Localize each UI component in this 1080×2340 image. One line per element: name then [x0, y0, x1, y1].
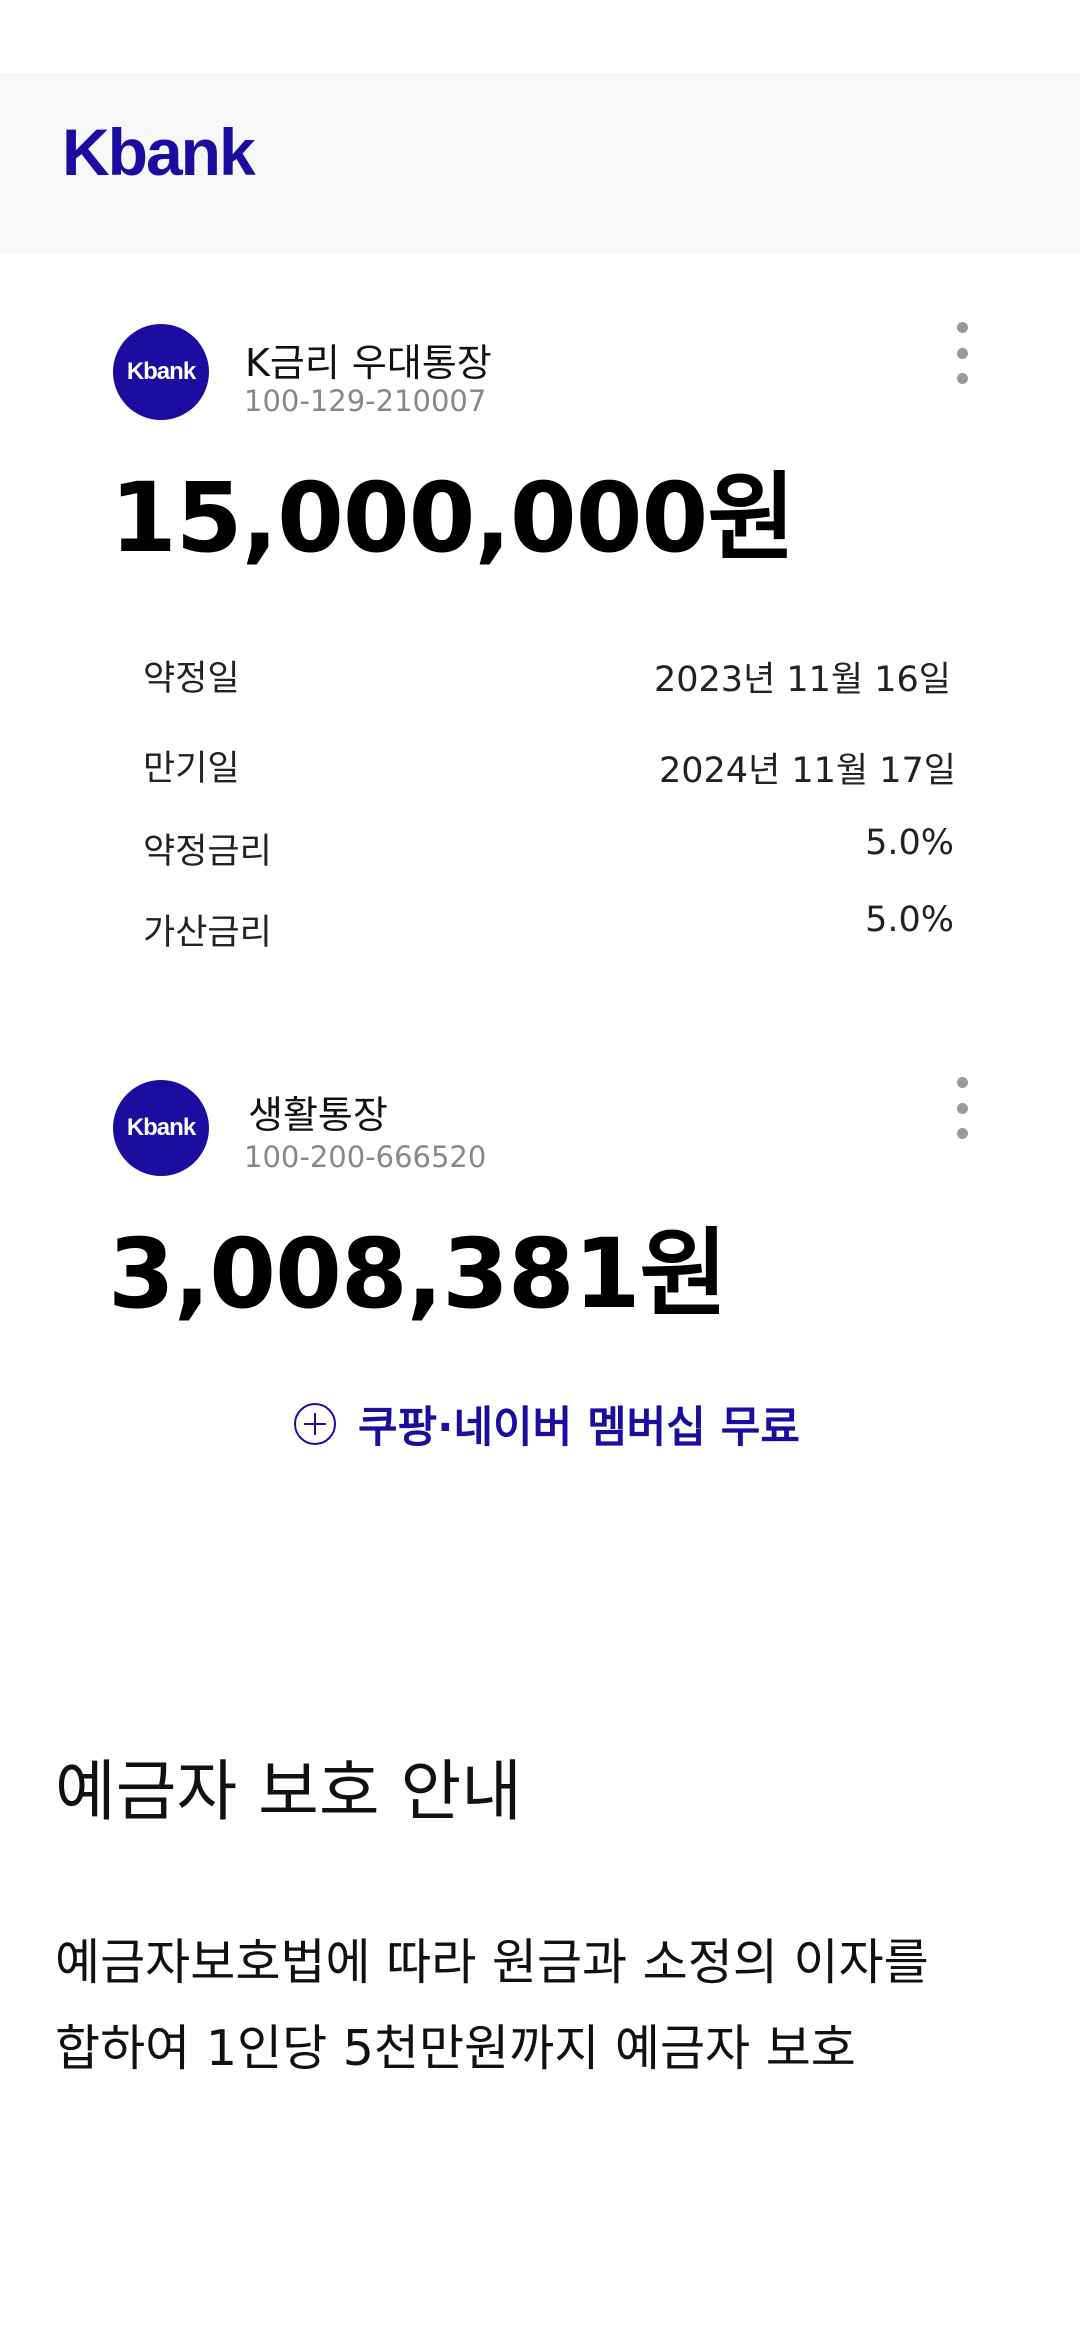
account-number: 100-200-666520: [244, 1140, 487, 1174]
more-dot-icon: [956, 1102, 968, 1114]
more-options-button[interactable]: [942, 1073, 982, 1143]
account-balance: 3,008,381원: [108, 1218, 728, 1330]
account-number: 100-129-210007: [244, 384, 487, 418]
detail-label-maturity-date: 만기일: [143, 749, 240, 789]
more-dot-icon: [956, 322, 968, 333]
deposit-protection-title: 예금자 보호 안내: [55, 1753, 522, 1830]
account-bank-avatar: Kbank: [113, 324, 209, 420]
more-dot-icon: [956, 373, 968, 384]
detail-value-maturity-date: 2024년 11월 17일: [659, 751, 956, 791]
app-header: Kbank: [0, 73, 1080, 253]
notice-body-line: 합하여 1인당 5천만원까지 예금자 보호: [55, 2020, 856, 2077]
more-dot-icon: [956, 1077, 968, 1088]
more-dot-icon: [956, 347, 968, 359]
detail-value-contract-date: 2023년 11월 16일: [654, 660, 951, 700]
promo-label: 쿠팡·네이버 멤버십 무료: [358, 1403, 800, 1453]
detail-value-bonus-rate: 5.0%: [865, 900, 954, 940]
account-bank-avatar: Kbank: [113, 1080, 209, 1176]
more-dot-icon: [956, 1128, 968, 1139]
deposit-protection-body: 예금자보호법에 따라 원금과 소정의 이자를 합하여 1인당 5천만원까지 예금…: [55, 1920, 1045, 2092]
membership-promo-link[interactable]: 쿠팡·네이버 멤버십 무료: [294, 1394, 800, 1454]
detail-value-contract-rate: 5.0%: [865, 823, 954, 863]
notice-body-line: 예금자보호법에 따라 원금과 소정의 이자를: [55, 1934, 929, 1991]
account-name: K금리 우대통장: [245, 341, 492, 385]
detail-label-contract-date: 약정일: [143, 659, 240, 699]
detail-label-contract-rate: 약정금리: [143, 832, 272, 872]
more-options-button[interactable]: [942, 318, 982, 388]
account-name: 생활통장: [248, 1093, 388, 1137]
kbank-logo: Kbank: [62, 115, 256, 189]
detail-label-bonus-rate: 가산금리: [143, 913, 272, 953]
account-balance: 15,000,000원: [110, 462, 796, 574]
plus-circle-icon: [294, 1403, 336, 1445]
